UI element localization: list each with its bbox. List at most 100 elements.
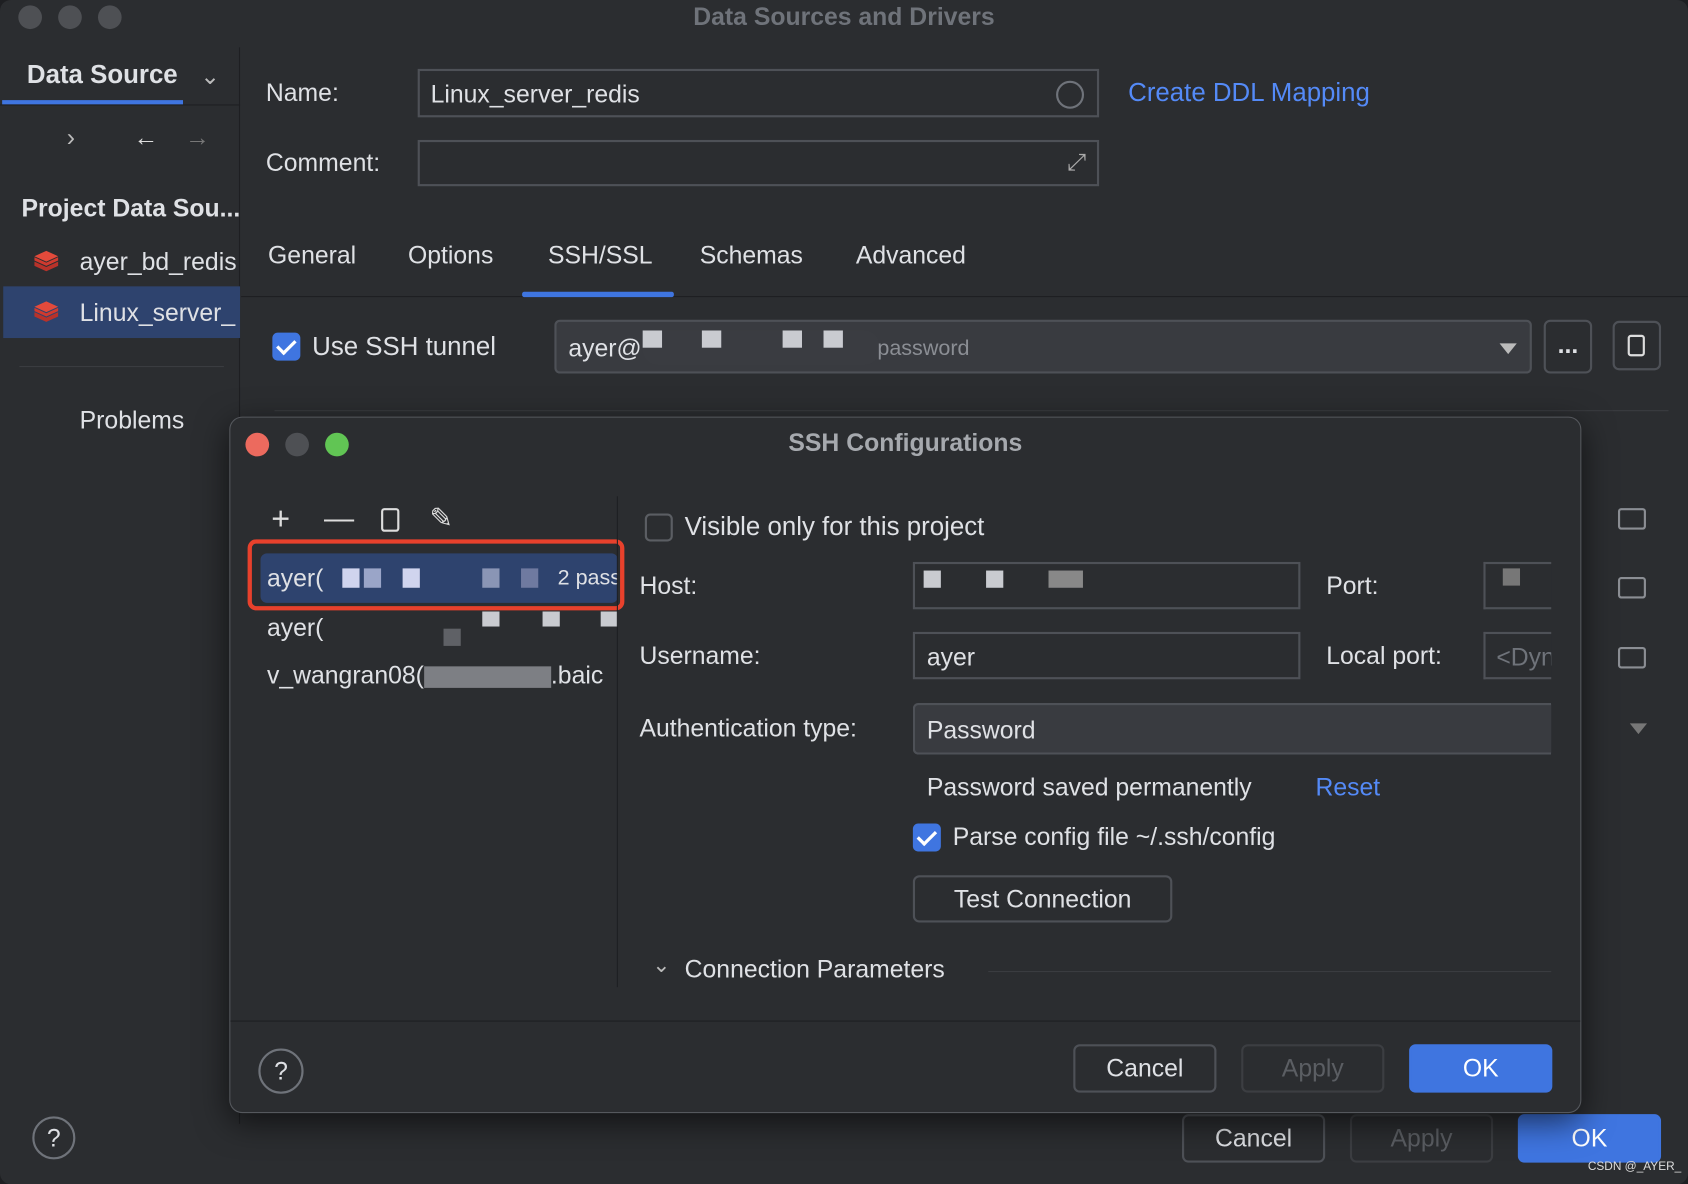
- sidebar-item-ayer-bd-redis[interactable]: ayer_bd_redis: [0, 237, 240, 287]
- connection-parameters-toggle[interactable]: Connection Parameters: [685, 955, 945, 984]
- dialog-cancel-button[interactable]: Cancel: [1073, 1044, 1217, 1093]
- local-port-placeholder: <Dynamic>: [1496, 642, 1552, 671]
- ssh-list-item[interactable]: v_wangran08(.baic: [267, 661, 618, 700]
- name-input[interactable]: Linux_server_redis: [417, 68, 1100, 118]
- auth-type-select[interactable]: Password: [912, 702, 1552, 755]
- chevron-down-icon[interactable]: ⌄: [200, 62, 220, 90]
- port-input[interactable]: [1483, 561, 1552, 610]
- edit-pencil-icon[interactable]: ✎: [430, 502, 453, 535]
- copy-config-button[interactable]: [1612, 320, 1662, 371]
- test-connection-button[interactable]: Test Connection: [912, 875, 1173, 923]
- active-tab-indicator: [522, 291, 674, 298]
- host-label: Host:: [639, 571, 698, 600]
- redacted-host: [423, 666, 551, 688]
- name-label: Name:: [265, 78, 339, 107]
- dialog-apply-button[interactable]: Apply: [1241, 1044, 1385, 1093]
- tab-options[interactable]: Options: [408, 241, 493, 270]
- create-ddl-mapping-link[interactable]: Create DDL Mapping: [1128, 79, 1370, 109]
- sidebar: Data Source ⌄ › ← → Project Data Sou... …: [0, 47, 240, 1124]
- ssh-list-item-selected[interactable]: ayer( 2 pass: [260, 553, 618, 603]
- more-button[interactable]: ...: [1543, 319, 1593, 374]
- window-title: Data Sources and Drivers: [693, 2, 995, 31]
- forward-arrow-icon[interactable]: →: [185, 123, 210, 152]
- divider: [0, 104, 241, 106]
- redacted-pixel: [823, 330, 843, 348]
- expand-icon[interactable]: ⤢: [1067, 149, 1086, 177]
- auth-type-value: Password: [926, 715, 1036, 744]
- parse-config-checkbox[interactable]: [912, 823, 941, 852]
- dialog-ok-button[interactable]: OK: [1409, 1044, 1553, 1093]
- redacted-pixel: [342, 568, 360, 588]
- redacted-pixel: [1502, 568, 1521, 586]
- tab-general[interactable]: General: [268, 241, 356, 270]
- use-ssh-tunnel-label: Use SSH tunnel: [312, 332, 497, 362]
- tab-schemas[interactable]: Schemas: [700, 241, 803, 270]
- redacted-pixel: [521, 568, 539, 588]
- list-item-label: ayer(: [266, 613, 324, 642]
- color-circle-icon[interactable]: [1056, 80, 1085, 109]
- back-arrow-icon[interactable]: ←: [133, 123, 158, 152]
- redacted-pixel: [600, 611, 618, 627]
- copy-icon[interactable]: [381, 508, 400, 532]
- redacted-pixel: [986, 570, 1004, 588]
- sidebar-item-linux-server[interactable]: Linux_server_: [3, 286, 241, 339]
- redacted-pixel: [1048, 570, 1083, 588]
- redacted-pixel: [402, 568, 420, 588]
- ssh-list-item[interactable]: ayer(: [267, 611, 622, 654]
- local-port-input[interactable]: <Dynamic>: [1483, 631, 1552, 680]
- tab-bar: General Options SSH/SSL Schemas Advanced: [241, 226, 1688, 298]
- expand-icon[interactable]: ›: [67, 123, 75, 152]
- redacted-pixel: [363, 568, 382, 588]
- redacted-pixel: [482, 568, 500, 588]
- folder-icon[interactable]: [1617, 577, 1646, 599]
- redacted-pixel: [443, 628, 461, 646]
- tab-ssh-ssl[interactable]: SSH/SSL: [548, 241, 653, 270]
- divider: [19, 366, 224, 368]
- ssh-config-select[interactable]: ayer@ password: [554, 319, 1532, 374]
- list-item-suffix: 2 pass: [557, 566, 618, 590]
- dialog-help-button[interactable]: ?: [258, 1048, 304, 1094]
- name-value: Linux_server_redis: [430, 79, 640, 108]
- redacted-pixel: [701, 330, 722, 348]
- reset-link[interactable]: Reset: [1315, 773, 1380, 802]
- ok-button[interactable]: OK: [1517, 1114, 1662, 1163]
- redis-icon: [34, 250, 59, 272]
- tab-advanced[interactable]: Advanced: [856, 241, 966, 270]
- auth-type-label: Authentication type:: [639, 713, 857, 742]
- divider: [274, 410, 1669, 412]
- apply-button[interactable]: Apply: [1349, 1114, 1494, 1163]
- comment-label: Comment:: [265, 148, 381, 177]
- dialog-title: SSH Configurations: [788, 428, 1023, 457]
- chevron-down-icon[interactable]: ⌄: [652, 952, 670, 979]
- remove-icon[interactable]: —: [324, 502, 354, 536]
- redacted-pixel: [482, 611, 500, 627]
- username-input[interactable]: ayer: [912, 631, 1301, 680]
- comment-input[interactable]: ⤢: [417, 139, 1100, 187]
- local-port-label: Local port:: [1326, 641, 1442, 670]
- divider: [230, 1020, 1581, 1022]
- ssh-select-suffix: password: [877, 336, 970, 361]
- sidebar-item-problems[interactable]: Problems: [80, 406, 185, 435]
- visible-only-checkbox[interactable]: [644, 513, 673, 542]
- host-input[interactable]: [912, 561, 1301, 610]
- redacted-pixel: [782, 330, 802, 348]
- redis-icon: [34, 301, 59, 322]
- folder-icon[interactable]: [1617, 508, 1646, 530]
- parse-config-label: Parse config file ~/.ssh/config: [952, 822, 1276, 851]
- username-label: Username:: [639, 641, 761, 670]
- list-item-label: v_wangran08(: [266, 660, 424, 689]
- ssh-configurations-dialog: SSH Configurations + — ✎ ayer( 2 pass ay…: [229, 416, 1582, 1114]
- redacted-pixel: [642, 330, 663, 348]
- cancel-button[interactable]: Cancel: [1181, 1114, 1326, 1163]
- help-button[interactable]: ?: [32, 1116, 76, 1160]
- add-icon[interactable]: +: [271, 502, 290, 539]
- sidebar-item-label: ayer_bd_redis: [79, 247, 237, 276]
- redacted-host: [642, 330, 880, 365]
- section-title: Project Data Sou...: [21, 193, 241, 222]
- password-saved-text: Password saved permanently: [926, 772, 1252, 801]
- divider: [988, 971, 1552, 973]
- ssh-select-prefix: ayer@: [568, 333, 642, 362]
- use-ssh-tunnel-checkbox[interactable]: [272, 332, 301, 361]
- folder-icon[interactable]: [1617, 646, 1646, 669]
- sidebar-tab-data-sources[interactable]: Data Source: [27, 60, 178, 90]
